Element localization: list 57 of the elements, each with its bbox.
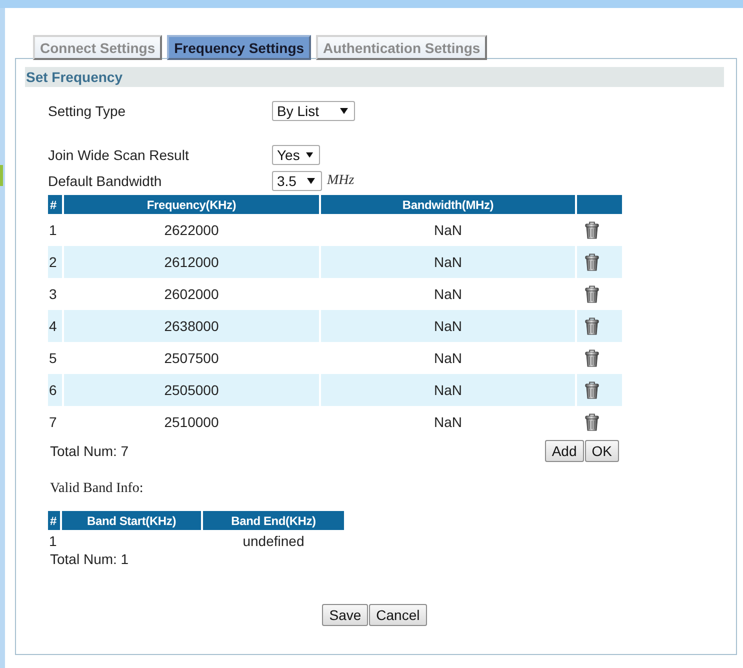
column-header: Band End(KHz) [203,511,344,530]
section-title: Set Frequency [25,69,122,85]
table-cell-text: 2602000 [163,285,220,304]
caret-icon [340,108,348,114]
field-label: Setting Type [48,103,127,119]
trash-icon[interactable] [585,253,599,271]
trash-icon[interactable] [585,381,599,399]
trash-icon[interactable] [585,413,599,431]
trash-icon[interactable] [585,349,599,367]
total-count: Total Num: 7 [49,443,129,459]
tab[interactable]: Frequency Settings [167,35,312,60]
table-cell-text: 1 [48,532,58,550]
table-cell-text: 2510000 [163,413,220,432]
table-cell: 2612000 [64,246,319,278]
table-cell-text: NaN [432,413,463,432]
table-cell-text: undefined [242,532,306,550]
table-cell: 6 [48,374,62,406]
table-cell-text: 2622000 [163,221,220,240]
trash-icon[interactable] [585,285,599,303]
action-button[interactable]: Save [322,604,368,626]
column-header: # [48,511,60,530]
total-count: Total Num: 1 [49,551,129,567]
table-cell-text: 2507500 [163,349,220,368]
table-cell: 2 [48,246,62,278]
table-cell-text: NaN [432,285,463,304]
dropdown[interactable]: 3.5 [272,171,322,191]
action-button[interactable]: OK [584,440,619,462]
trash-icon[interactable] [585,221,599,239]
field-label: Join Wide Scan Result [48,147,190,163]
section-label: Valid Band Info: [49,481,144,497]
table-cell-text: NaN [432,221,463,240]
side-marker [0,165,3,186]
table-cell-text: 3 [48,285,58,304]
unit-label: MHz [327,173,354,189]
table-cell: NaN [321,246,575,278]
caret-icon [306,152,313,158]
table-cell: 4 [48,310,62,342]
dropdown[interactable]: By List [272,101,355,121]
column-header: Band Start(KHz) [62,511,201,530]
table-cell-text: NaN [432,349,463,368]
table-cell-text: 7 [48,413,58,432]
action-button[interactable]: Add [544,440,584,462]
table-cell-text: 5 [48,349,58,368]
table-cell: NaN [321,374,575,406]
table-cell: 2505000 [64,374,319,406]
column-header: Frequency(KHz) [64,195,319,214]
action-button[interactable]: Cancel [369,604,427,626]
dropdown[interactable]: Yes [272,145,320,165]
column-header: Bandwidth(MHz) [321,195,575,214]
caret-icon [307,178,315,184]
trash-icon[interactable] [585,317,599,335]
field-label: Default Bandwidth [48,173,163,189]
table-cell: 2638000 [64,310,319,342]
column-header: # [48,195,62,214]
column-header [577,195,622,214]
table-cell: NaN [321,310,575,342]
table-cell-text: 1 [48,221,58,240]
